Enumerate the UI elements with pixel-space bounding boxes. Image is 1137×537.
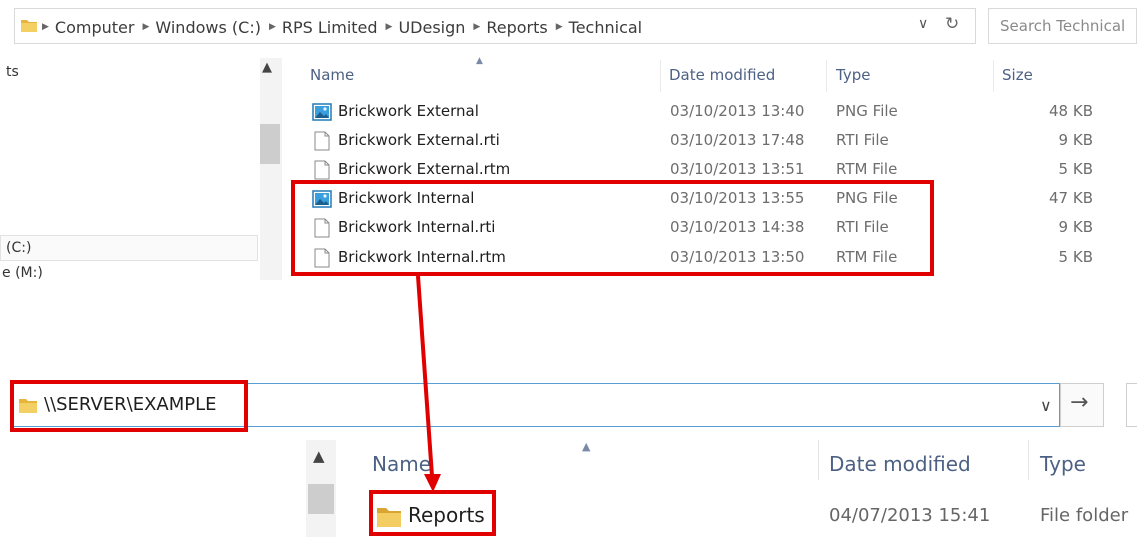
file-date: 03/10/2013 13:51: [670, 160, 805, 178]
toolbar-edge: [1126, 383, 1137, 427]
breadcrumb-separator-icon[interactable]: ▶: [473, 22, 480, 32]
column-header-size[interactable]: Size: [1002, 66, 1033, 84]
nav-item[interactable]: ts: [6, 64, 19, 80]
file-date: 03/10/2013 17:48: [670, 131, 805, 149]
file-size: 5 KB: [1058, 160, 1093, 178]
breadcrumb-separator-icon: ▶: [42, 22, 49, 32]
breadcrumb-item-udesign[interactable]: UDesign: [398, 18, 465, 37]
column-divider[interactable]: [660, 60, 661, 92]
scrollbar[interactable]: [260, 58, 282, 280]
highlight-box-internal-files: [291, 180, 934, 276]
breadcrumb-separator-icon[interactable]: ▶: [386, 22, 393, 32]
breadcrumb-item-reports[interactable]: Reports: [486, 18, 547, 37]
refresh-icon[interactable]: ↻: [945, 14, 959, 34]
file-size: 5 KB: [1058, 248, 1093, 266]
arrow-right-icon[interactable]: →: [1070, 390, 1088, 415]
document-file-icon: [314, 131, 330, 151]
column-divider[interactable]: [818, 440, 819, 480]
folder-icon: [21, 20, 37, 32]
column-header-date-modified[interactable]: Date modified: [829, 452, 971, 476]
breadcrumb-separator-icon[interactable]: ▶: [556, 22, 563, 32]
column-divider[interactable]: [993, 60, 994, 92]
breadcrumb: ▶ Computer ▶ Windows (C:) ▶ RPS Limited …: [40, 16, 648, 38]
file-row[interactable]: Brickwork External.rti 03/10/2013 17:48 …: [300, 127, 1100, 156]
file-type: RTI File: [836, 131, 889, 149]
file-type: RTM File: [836, 160, 898, 178]
document-file-icon: [314, 160, 330, 180]
breadcrumb-item-technical[interactable]: Technical: [569, 18, 642, 37]
image-file-icon: [312, 103, 332, 121]
breadcrumb-separator-icon[interactable]: ▶: [142, 22, 149, 32]
nav-item-drive-c[interactable]: (C:): [6, 240, 31, 256]
scroll-up-icon[interactable]: ▲: [313, 447, 325, 465]
chevron-down-icon[interactable]: ∨: [1040, 396, 1052, 415]
highlight-box-address: [10, 380, 248, 432]
file-name: Brickwork External.rti: [338, 131, 500, 149]
breadcrumb-item-windows-c[interactable]: Windows (C:): [155, 18, 261, 37]
breadcrumb-item-rps-limited[interactable]: RPS Limited: [282, 18, 378, 37]
scroll-up-icon[interactable]: ▲: [262, 60, 272, 75]
file-type: PNG File: [836, 102, 898, 120]
sort-ascending-icon: ▲: [476, 56, 483, 66]
nav-item-drive-m[interactable]: e (M:): [2, 265, 43, 280]
highlight-box-reports-folder: [369, 490, 496, 536]
column-header-date-modified[interactable]: Date modified: [669, 66, 775, 84]
chevron-down-icon[interactable]: ∨: [918, 16, 928, 32]
file-name: Brickwork External.rtm: [338, 160, 511, 178]
column-header-type[interactable]: Type: [836, 66, 870, 84]
nav-item-clip: e (M:): [0, 264, 60, 280]
scrollbar-thumb[interactable]: [260, 124, 280, 164]
column-divider[interactable]: [1028, 440, 1029, 480]
breadcrumb-item-computer[interactable]: Computer: [55, 18, 135, 37]
search-placeholder: Search Technical: [1000, 17, 1126, 35]
file-name: Brickwork External: [338, 102, 479, 120]
file-date: 03/10/2013 13:40: [670, 102, 805, 120]
file-row[interactable]: Brickwork External 03/10/2013 13:40 PNG …: [300, 98, 1100, 127]
breadcrumb-separator-icon[interactable]: ▶: [269, 22, 276, 32]
folder-date: 04/07/2013 15:41: [829, 505, 991, 526]
column-divider[interactable]: [826, 60, 827, 92]
file-size: 9 KB: [1058, 218, 1093, 236]
file-size: 9 KB: [1058, 131, 1093, 149]
file-size: 48 KB: [1049, 102, 1093, 120]
column-header-name[interactable]: Name: [310, 66, 354, 84]
sort-ascending-icon: ▲: [582, 440, 591, 453]
file-size: 47 KB: [1049, 189, 1093, 207]
nav-item-selected[interactable]: [0, 235, 258, 261]
folder-type: File folder: [1040, 505, 1129, 526]
scrollbar-thumb[interactable]: [308, 484, 334, 514]
column-header-type[interactable]: Type: [1040, 452, 1086, 476]
column-header-name[interactable]: Name: [372, 452, 431, 476]
